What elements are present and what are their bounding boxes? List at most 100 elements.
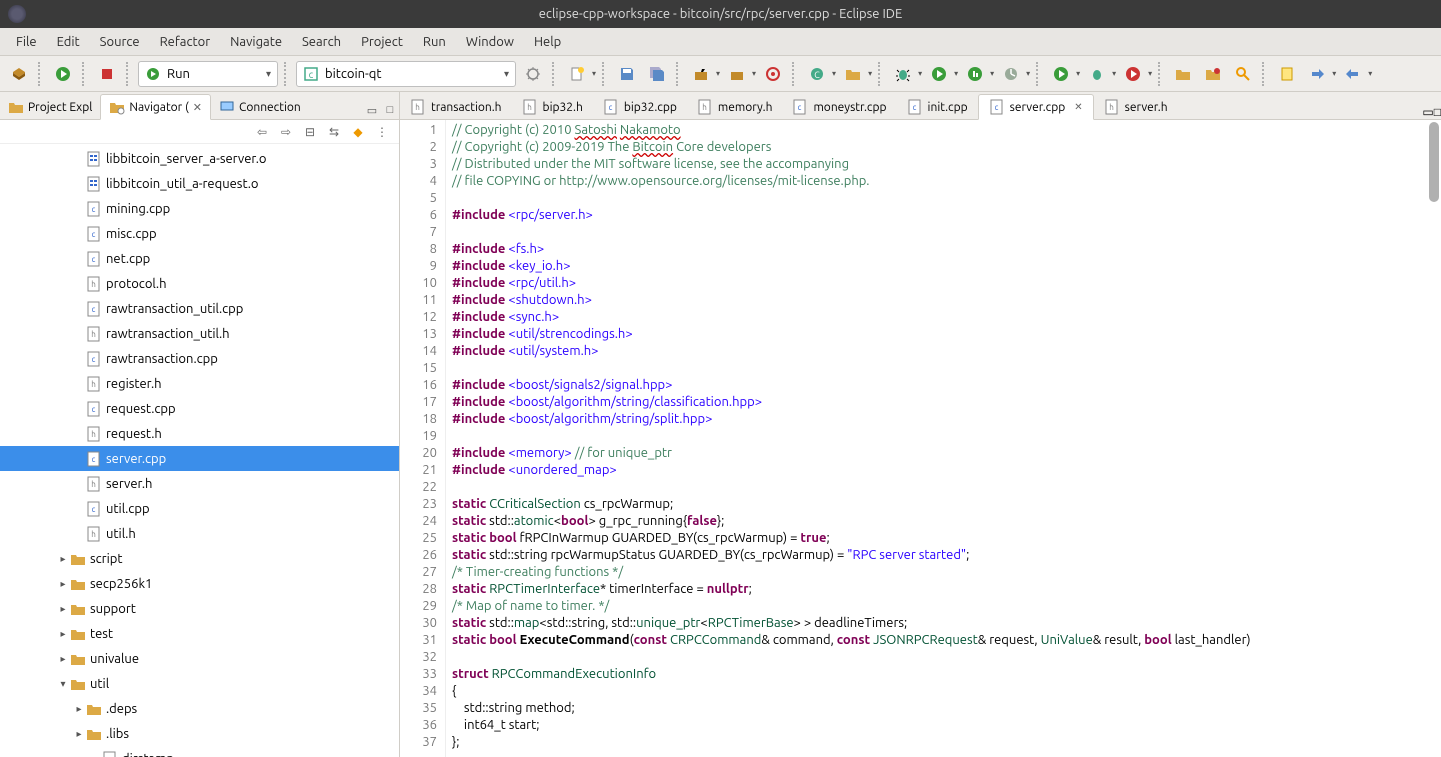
editor-tab[interactable]: c moneystr.cpp xyxy=(782,95,896,119)
coverage-button[interactable] xyxy=(962,61,988,87)
menu-window[interactable]: Window xyxy=(456,31,524,53)
tree-twisty-icon[interactable]: ▸ xyxy=(56,628,70,640)
chevron-down-icon[interactable]: ▾ xyxy=(1076,69,1080,78)
menu-search[interactable]: Search xyxy=(292,31,351,53)
chevron-down-icon[interactable]: ▾ xyxy=(1026,69,1030,78)
tree-twisty-icon[interactable]: ▸ xyxy=(56,653,70,665)
tree-twisty-icon[interactable]: ▸ xyxy=(72,703,86,715)
tree-file[interactable]: crawtransaction.cpp xyxy=(0,346,399,371)
back-icon[interactable]: ⇦ xyxy=(253,123,271,141)
launch-config-button[interactable] xyxy=(520,61,546,87)
build-project-button[interactable] xyxy=(724,61,750,87)
editor-tab[interactable]: h bip32.h xyxy=(512,95,593,119)
maximize-view-icon[interactable]: □ xyxy=(381,101,399,119)
menu-refactor[interactable]: Refactor xyxy=(150,31,221,53)
menu-project[interactable]: Project xyxy=(351,31,413,53)
code-editor[interactable]: // Copyright (c) 2010 Satoshi Nakamoto//… xyxy=(446,120,1441,757)
chevron-down-icon[interactable]: ▾ xyxy=(716,69,720,78)
chevron-down-icon[interactable]: ▾ xyxy=(918,69,922,78)
stop-button[interactable] xyxy=(94,61,120,87)
tree-twisty-icon[interactable]: ▸ xyxy=(56,553,70,565)
tree-file[interactable]: hserver.h xyxy=(0,471,399,496)
menu-file[interactable]: File xyxy=(6,31,47,53)
chevron-down-icon[interactable]: ▾ xyxy=(954,69,958,78)
launch-mode-combo[interactable]: Run ▾ xyxy=(138,61,278,87)
chevron-down-icon[interactable]: ▾ xyxy=(1332,69,1336,78)
open-type-button[interactable] xyxy=(1170,61,1196,87)
tree-file[interactable]: cserver.cpp xyxy=(0,446,399,471)
new-class-button[interactable]: C xyxy=(804,61,830,87)
editor-tab[interactable]: h server.h xyxy=(1094,95,1178,119)
tree-folder[interactable]: ▸.libs xyxy=(0,721,399,746)
chevron-down-icon[interactable]: ▾ xyxy=(752,69,756,78)
next-annotation-button[interactable] xyxy=(1304,61,1330,87)
tree-file[interactable]: crawtransaction_util.cpp xyxy=(0,296,399,321)
tree-folder[interactable]: ▸script xyxy=(0,546,399,571)
editor-tab[interactable]: c bip32.cpp xyxy=(593,95,687,119)
profile-button[interactable] xyxy=(998,61,1024,87)
external-tools-button[interactable] xyxy=(1120,61,1146,87)
build-all-button[interactable] xyxy=(688,61,714,87)
maximize-editor-icon[interactable]: □ xyxy=(1434,105,1441,119)
tree-file[interactable]: hrequest.h xyxy=(0,421,399,446)
editor-tab[interactable]: c server.cpp✕ xyxy=(978,94,1094,120)
tree-file[interactable]: hutil.h xyxy=(0,521,399,546)
tree-folder[interactable]: ▸secp256k1 xyxy=(0,571,399,596)
menu-run[interactable]: Run xyxy=(413,31,456,53)
tree-twisty-icon[interactable]: ▸ xyxy=(72,728,86,740)
chevron-down-icon[interactable]: ▾ xyxy=(832,69,836,78)
close-icon[interactable]: ✕ xyxy=(193,101,202,114)
tab-connection[interactable]: Connection xyxy=(211,95,309,119)
forward-icon[interactable]: ⇨ xyxy=(277,123,295,141)
tree-file[interactable]: cmisc.cpp xyxy=(0,221,399,246)
chevron-down-icon[interactable]: ▾ xyxy=(868,69,872,78)
tab-navigator[interactable]: Navigator ( ✕ xyxy=(100,94,211,120)
chevron-down-icon[interactable]: ▾ xyxy=(592,69,596,78)
target-button[interactable] xyxy=(760,61,786,87)
editor-tab[interactable]: c init.cpp xyxy=(897,95,978,119)
tree-file[interactable]: libbitcoin_server_a-server.o xyxy=(0,146,399,171)
tree-folder[interactable]: ▾util xyxy=(0,671,399,696)
tree-file[interactable]: cmining.cpp xyxy=(0,196,399,221)
save-button[interactable] xyxy=(614,61,640,87)
chevron-down-icon[interactable]: ▾ xyxy=(1148,69,1152,78)
search-button[interactable] xyxy=(1230,61,1256,87)
menu-navigate[interactable]: Navigate xyxy=(220,31,292,53)
debug-last-button[interactable] xyxy=(1084,61,1110,87)
new-folder-button[interactable] xyxy=(840,61,866,87)
tree-file[interactable]: libbitcoin_util_a-request.o xyxy=(0,171,399,196)
tab-project-explorer[interactable]: Project Expl xyxy=(0,95,100,119)
tree-file[interactable]: hregister.h xyxy=(0,371,399,396)
menu-help[interactable]: Help xyxy=(524,31,571,53)
tree-file[interactable]: cnet.cpp xyxy=(0,246,399,271)
run-last-button[interactable] xyxy=(1048,61,1074,87)
run-dropdown-button[interactable] xyxy=(926,61,952,87)
tree-folder[interactable]: ▸univalue xyxy=(0,646,399,671)
run-button[interactable] xyxy=(50,61,76,87)
build-button[interactable] xyxy=(6,61,32,87)
editor-tab[interactable]: h transaction.h xyxy=(400,95,512,119)
close-icon[interactable]: ✕ xyxy=(1074,101,1082,113)
tree-file[interactable]: hprotocol.h xyxy=(0,271,399,296)
tree-file[interactable]: cutil.cpp xyxy=(0,496,399,521)
tree-file[interactable]: hrawtransaction_util.h xyxy=(0,321,399,346)
tree-file[interactable]: crequest.cpp xyxy=(0,396,399,421)
menu-edit[interactable]: Edit xyxy=(47,31,90,53)
prev-annotation-button[interactable] xyxy=(1340,61,1366,87)
minimize-editor-icon[interactable]: ▭ xyxy=(1422,105,1433,119)
vertical-scrollbar[interactable] xyxy=(1429,122,1439,202)
filter-icon[interactable]: ◆ xyxy=(349,123,367,141)
editor-tab[interactable]: h memory.h xyxy=(687,95,783,119)
toggle-mark-button[interactable] xyxy=(1274,61,1300,87)
chevron-down-icon[interactable]: ▾ xyxy=(990,69,994,78)
link-editor-icon[interactable]: ⇆ xyxy=(325,123,343,141)
new-button[interactable] xyxy=(564,61,590,87)
launch-target-combo[interactable]: c bitcoin-qt ▾ xyxy=(296,61,516,87)
chevron-down-icon[interactable]: ▾ xyxy=(1368,69,1372,78)
open-task-button[interactable] xyxy=(1200,61,1226,87)
tree-folder[interactable]: ▸.deps xyxy=(0,696,399,721)
file-tree[interactable]: libbitcoin_server_a-server.olibbitcoin_u… xyxy=(0,144,399,757)
tree-twisty-icon[interactable]: ▸ xyxy=(56,578,70,590)
minimize-view-icon[interactable]: ▭ xyxy=(363,101,381,119)
tree-twisty-icon[interactable]: ▾ xyxy=(56,678,70,690)
